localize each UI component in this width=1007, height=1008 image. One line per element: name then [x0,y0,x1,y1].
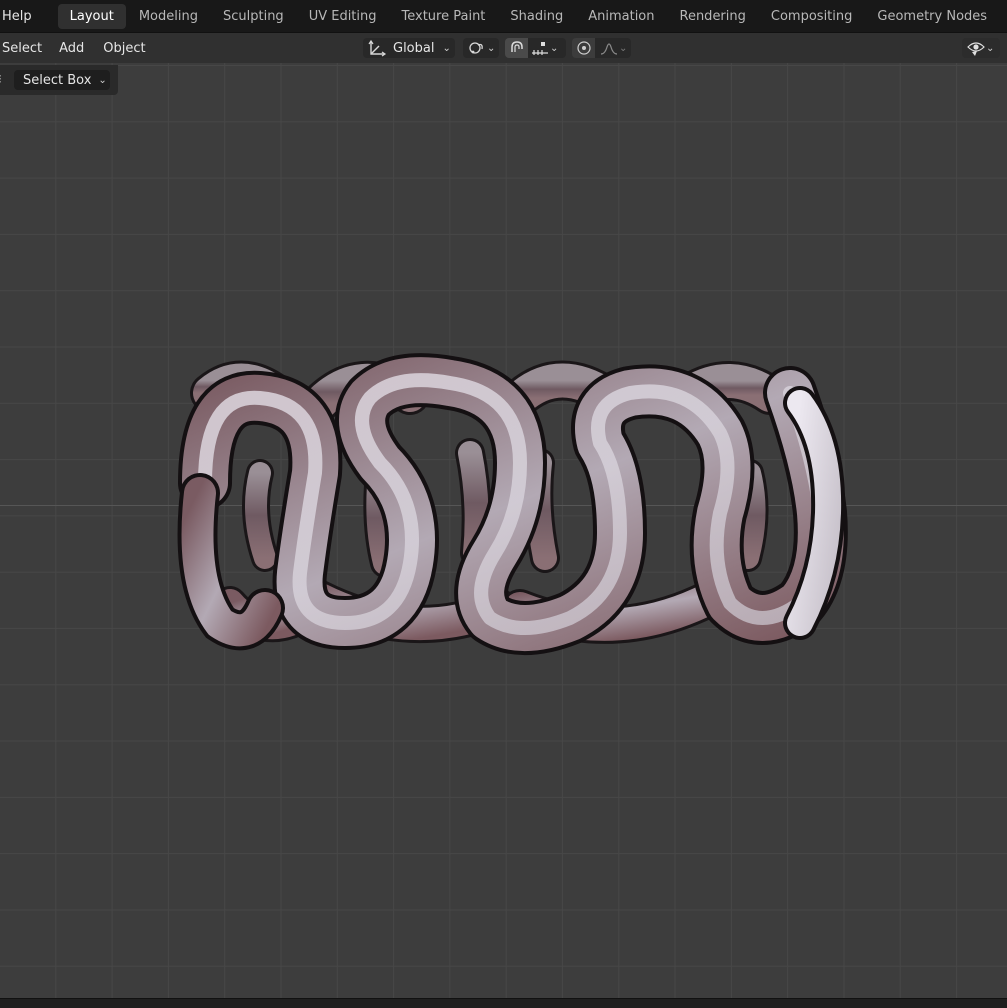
help-menu[interactable]: Help [0,9,32,24]
transform-orientation-icon [368,39,387,57]
workspace-tab-geometry-nodes[interactable]: Geometry Nodes [865,4,999,29]
workspace-tab-modeling[interactable]: Modeling [127,4,210,29]
chevron-down-icon: ⌄ [986,42,995,54]
object-visibility-dropdown[interactable]: ⌄ [962,38,1000,58]
transform-orientation-dropdown[interactable]: Global ⌄ [363,38,455,58]
chevron-down-icon: ⌄ [550,42,559,54]
chevron-down-icon: ⌄ [487,42,496,54]
snap-target-dropdown[interactable]: ⌄ [528,38,566,58]
viewport-header: Select Add Object [0,33,1007,63]
select-box-label: Select Box [23,72,92,88]
workspace-tab-layout[interactable]: Layout [57,3,126,29]
chevron-down-icon: ⌄ [442,42,451,54]
workspace-tab-animation[interactable]: Animation [576,4,666,29]
workspace-tab-sculpting[interactable]: Sculpting [211,4,296,29]
workspace-tab-texture-paint[interactable]: Texture Paint [390,4,498,29]
proportional-editing-toggle[interactable] [572,38,595,58]
orientation-label: Global [393,40,435,56]
falloff-dropdown[interactable]: ⌄ [595,38,631,58]
snap-increment-icon [532,42,548,55]
snap-magnet-icon [510,41,523,52]
workspace-tab-scri[interactable]: Scri [1000,4,1007,29]
3d-viewport[interactable] [0,63,1007,998]
chevron-down-icon: ⌄ [98,74,107,86]
top-menu-bar: Help Layout Modeling Sculpting UV Editing Te… [0,0,1007,33]
proportional-editing-icon [576,41,591,55]
toolbar-drag-handle[interactable]: ⁝ [0,72,2,86]
workspace-tab-compositing[interactable]: Compositing [759,4,865,29]
add-menu[interactable]: Add [59,41,93,56]
eye-visibility-icon [967,42,985,56]
falloff-curve-icon [600,43,618,55]
object-menu[interactable]: Object [101,41,154,56]
workspace-tabs: Layout Modeling Sculpting UV Editing Texture… [57,3,1007,29]
pivot-point-dropdown[interactable]: ⌄ [463,38,499,58]
select-box-dropdown[interactable]: Select Box ⌄ [14,70,110,90]
workspace-tab-shading[interactable]: Shading [498,4,575,29]
workspace-tab-rendering[interactable]: Rendering [668,4,758,29]
chain-ring-mesh[interactable] [0,63,1007,998]
chevron-down-icon: ⌄ [619,42,628,54]
snap-toggle[interactable] [505,38,528,58]
pivot-point-icon [469,42,483,54]
select-menu[interactable]: Select [0,41,51,56]
workspace-tab-uv-editing[interactable]: UV Editing [297,4,389,29]
